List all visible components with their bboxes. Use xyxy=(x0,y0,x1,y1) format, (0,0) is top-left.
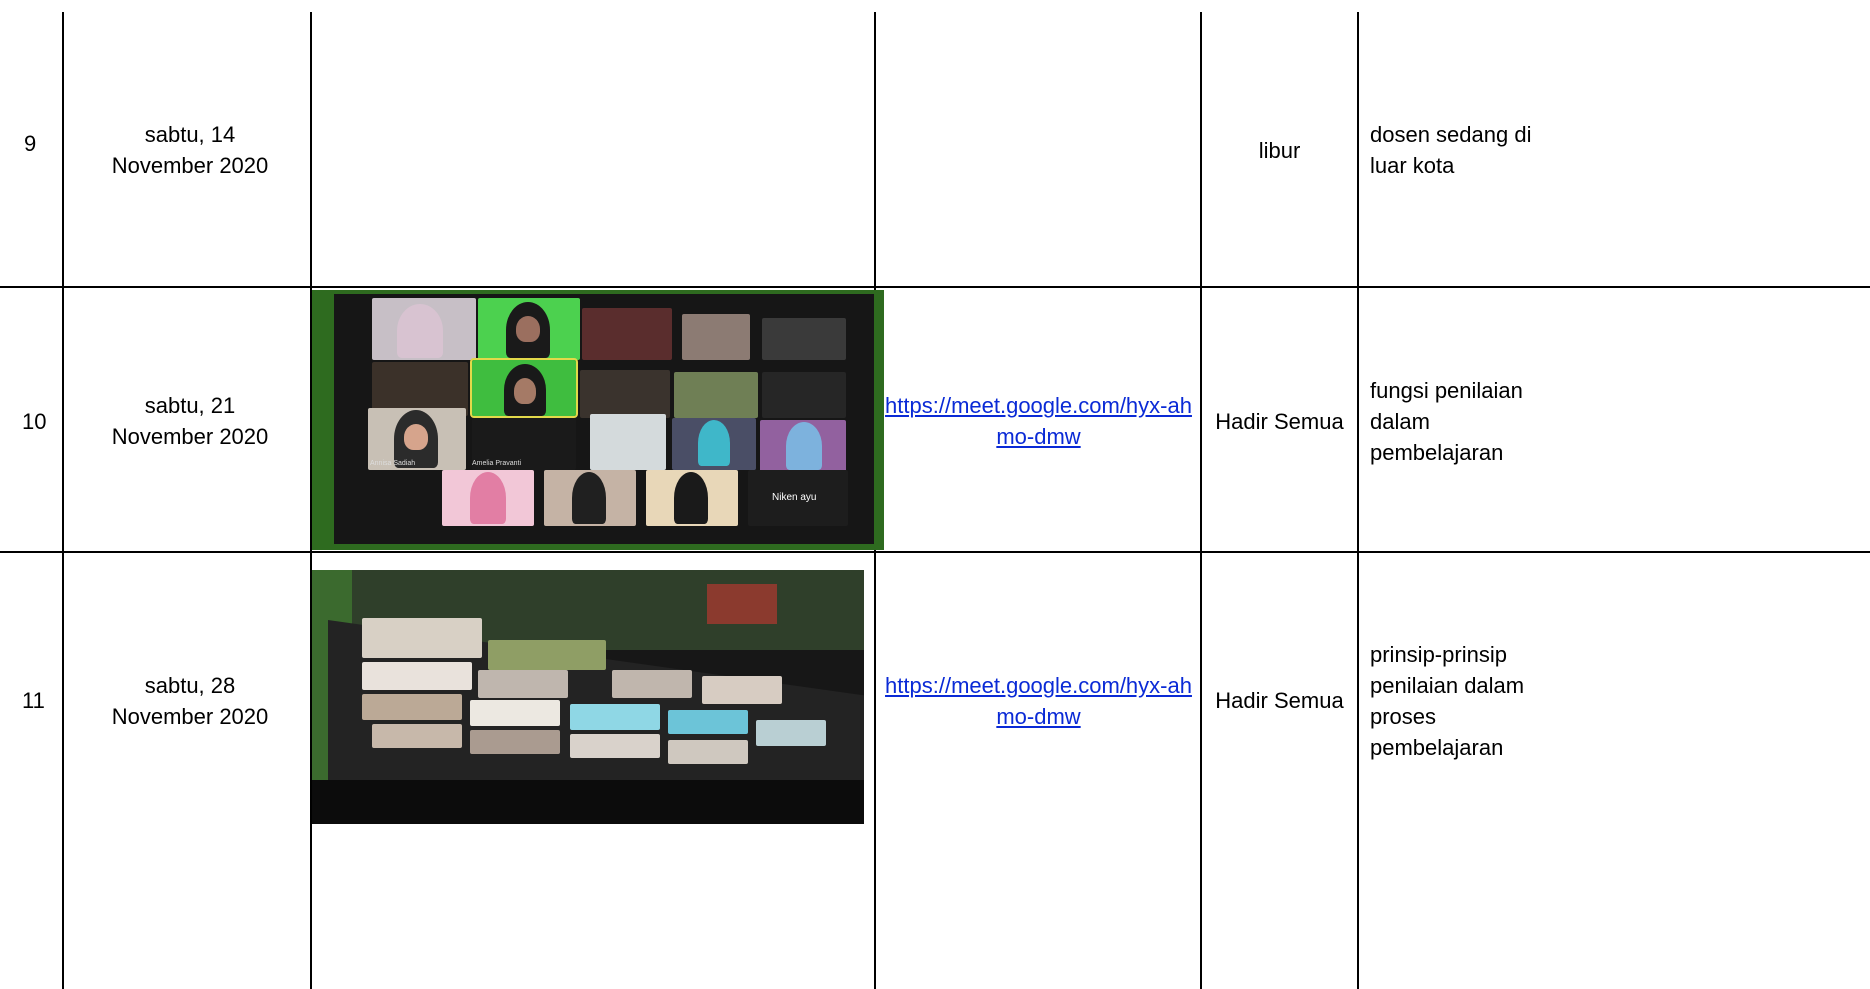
row-date: sabtu, 21 November 2020 xyxy=(111,393,269,449)
meeting-screenshot-photo: Annisa Sadiah Amelia Pravanti Niken ayu xyxy=(312,290,884,550)
row-attendance: Hadir Semua xyxy=(1215,688,1344,713)
row-date: sabtu, 14 November 2020 xyxy=(111,122,269,178)
tile-name: Annisa Sadiah xyxy=(370,460,416,467)
row-link-cell: https://meet.google.com/hyx-ahmo-dmw xyxy=(876,553,1201,848)
meet-link[interactable]: https://meet.google.com/hyx-ahmo-dmw xyxy=(884,390,1194,452)
row-topic: fungsi penilaian dalam pembelajaran xyxy=(1370,377,1523,465)
row-number: 11 xyxy=(22,688,45,713)
table-border-col5 xyxy=(1357,12,1359,989)
tile-name: Amelia Pravanti xyxy=(472,460,522,467)
meet-link[interactable]: https://meet.google.com/hyx-ahmo-dmw xyxy=(884,670,1194,732)
row-topic: dosen sedang di luar kota xyxy=(1370,122,1532,178)
row-attendance: libur xyxy=(1258,137,1301,163)
row-link-cell: https://meet.google.com/hyx-ahmo-dmw xyxy=(876,290,1201,552)
row-number: 9 xyxy=(24,130,37,156)
meeting-screenshot-photo xyxy=(312,570,864,824)
row-topic: prinsip-prinsip penilaian dalam proses p… xyxy=(1370,641,1525,760)
row-number: 10 xyxy=(22,408,47,434)
table-border-row1 xyxy=(0,286,1870,288)
row-date: sabtu, 28 November 2020 xyxy=(111,672,269,729)
tile-name: Niken ayu xyxy=(772,492,817,503)
row-attendance: Hadir Semua xyxy=(1215,408,1344,434)
